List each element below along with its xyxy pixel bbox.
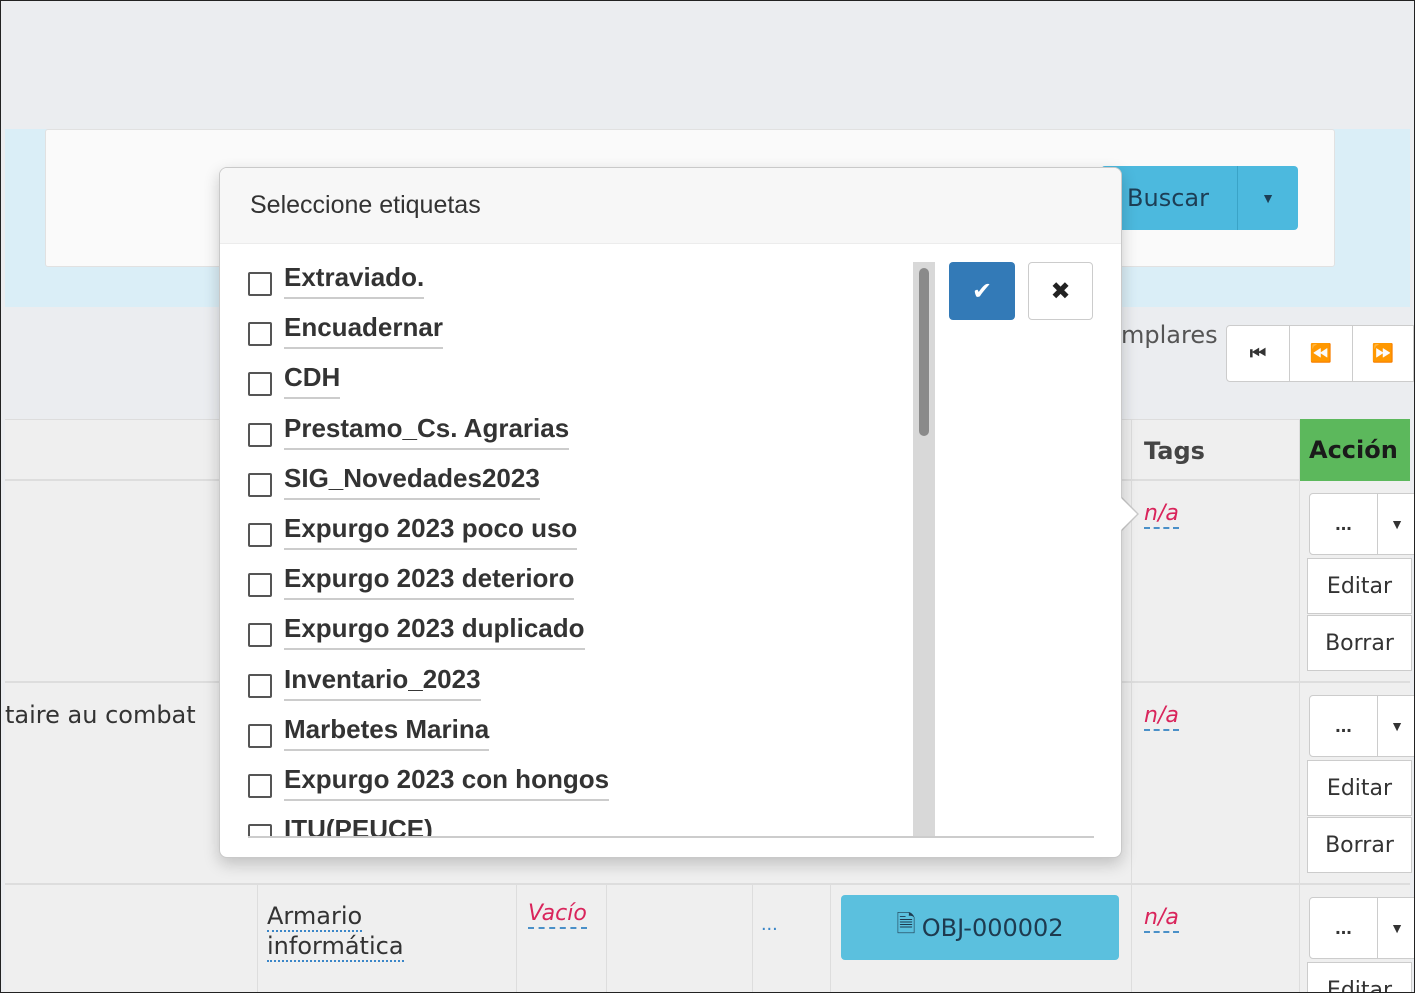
first-page-button[interactable]: ⏮ [1226,325,1290,382]
previous-page-icon: ⏪ [1309,343,1333,363]
tag-label: Expurgo 2023 duplicado [284,614,585,651]
tag-option[interactable]: Expurgo 2023 deterioro [248,563,575,601]
row-3-status-value[interactable]: Vacío [528,901,587,929]
tag-label: Encuadernar [284,313,443,350]
row-2-actions-button[interactable]: ... [1309,695,1378,757]
row-2-actions-dropdown[interactable]: ▼ [1377,695,1414,757]
tag-option[interactable]: Extraviado. [248,262,425,300]
app-frame: Buscar ▼ mplares ⏮ ⏪ ⏩ Tags Acción n/a .… [0,0,1415,993]
tag-label: Extraviado. [284,263,425,299]
tag-label: Marbetes Marina [284,715,490,751]
document-icon: 🗎 [896,910,916,938]
tag-option[interactable]: Encuadernar [248,312,443,350]
page-header-area [5,1,1410,129]
tag-option[interactable]: Prestamo_Cs. Agrarias [248,413,570,451]
tag-label: ITU(PEUCE) [284,815,433,838]
scrollbar-thumb[interactable] [919,268,929,436]
tag-checkbox[interactable] [248,372,272,397]
column-divider [257,883,258,992]
check-icon: ✔ [971,277,993,305]
tag-label: Expurgo 2023 deterioro [284,564,575,601]
row-2-title-fragment: taire au combat [5,701,196,729]
tag-option[interactable]: ITU(PEUCE) [248,814,433,838]
row-3-object-code: OBJ-000002 [921,913,1064,942]
tag-checkbox[interactable] [248,523,272,547]
row-3-edit-button[interactable]: Editar [1307,962,1412,992]
row-1-tags-value[interactable]: n/a [1144,501,1179,529]
tag-selection-popover: Seleccione etiquetas Extraviado. Encuader… [219,167,1122,858]
row-3-location-line2: informática [267,932,404,962]
tag-checklist[interactable]: Extraviado. Encuadernar CDH Prestamo_Cs. Ag… [248,262,914,838]
row-3-ellipsis-link[interactable]: ... [761,913,778,936]
column-divider [752,883,753,992]
tag-checkbox[interactable] [248,623,272,648]
tag-checkbox[interactable] [248,723,272,748]
tag-label: CDH [284,363,341,400]
row-3-location-line1: Armario [267,902,363,932]
row-3-location[interactable]: Armario informática [267,901,404,962]
column-divider [516,883,517,992]
tag-checkbox[interactable] [248,272,272,296]
tag-checkbox[interactable] [248,573,272,598]
tag-label: Expurgo 2023 con hongos [284,765,610,801]
caret-down-icon: ▼ [1261,190,1275,206]
tag-label: Expurgo 2023 poco uso [284,514,578,550]
caret-down-icon: ▼ [1390,920,1404,936]
first-page-icon: ⏮ [1249,343,1267,363]
tag-label: SIG_Novedades2023 [284,464,540,500]
search-options-dropdown[interactable]: ▼ [1237,166,1298,230]
row-2-edit-button[interactable]: Editar [1307,760,1412,816]
tag-checkbox[interactable] [248,673,272,698]
next-page-button[interactable]: ⏩ [1352,325,1414,382]
row-1-actions-dropdown[interactable]: ▼ [1377,493,1414,555]
row-3-object-button[interactable]: 🗎 OBJ-000002 [841,895,1119,960]
row-2-tags-value[interactable]: n/a [1144,703,1179,731]
column-divider [830,883,831,992]
row-2-delete-button[interactable]: Borrar [1307,817,1412,873]
tag-checkbox[interactable] [248,774,272,798]
tag-option[interactable]: Inventario_2023 [248,664,481,702]
tag-checkbox[interactable] [248,472,272,497]
tag-option[interactable]: Marbetes Marina [248,714,490,752]
column-divider [1299,419,1300,992]
next-page-icon: ⏩ [1371,343,1395,363]
confirm-button[interactable]: ✔ [949,262,1015,320]
row-divider [5,883,1410,885]
tag-option[interactable]: Expurgo 2023 con hongos [248,764,610,802]
column-header-accion: Acción [1299,419,1410,481]
row-3-actions-button[interactable]: ... [1309,897,1378,959]
cancel-button[interactable]: ✖ [1028,262,1093,320]
divider [248,836,1094,838]
previous-page-button[interactable]: ⏪ [1289,325,1353,382]
tag-option[interactable]: CDH [248,362,341,400]
popover-title: Seleccione etiquetas [220,168,1121,244]
caret-down-icon: ▼ [1390,718,1404,734]
tag-label: Inventario_2023 [284,665,481,701]
row-1-edit-button[interactable]: Editar [1307,558,1412,614]
tag-label: Prestamo_Cs. Agrarias [284,414,570,450]
results-count-label: mplares [1121,321,1218,349]
tag-list-scrollbar[interactable] [913,262,935,838]
row-1-actions-button[interactable]: ... [1309,493,1378,555]
row-3-tags-value[interactable]: n/a [1144,905,1179,933]
column-divider [606,883,607,992]
tag-option[interactable]: Expurgo 2023 duplicado [248,613,585,651]
tag-checkbox[interactable] [248,422,272,447]
close-icon: ✖ [1050,277,1071,305]
row-1-delete-button[interactable]: Borrar [1307,615,1412,671]
column-header-tags: Tags [1144,437,1205,465]
caret-down-icon: ▼ [1390,516,1404,532]
row-3-actions-dropdown[interactable]: ▼ [1377,897,1414,959]
tag-option[interactable]: SIG_Novedades2023 [248,463,540,501]
tag-option[interactable]: Expurgo 2023 poco uso [248,513,578,551]
tag-checkbox[interactable] [248,322,272,347]
popover-arrow-inner [1120,497,1137,531]
